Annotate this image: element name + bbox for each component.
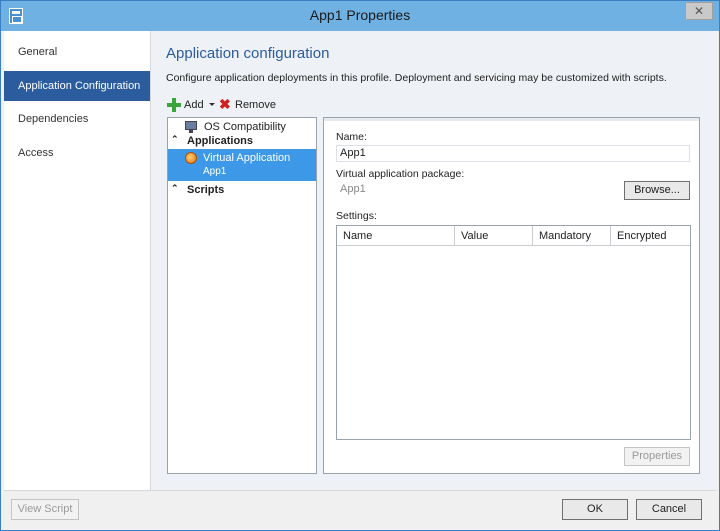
section-heading: Application configuration (166, 45, 330, 62)
tree-group-label: Scripts (187, 184, 225, 196)
tree-item-subtitle: App1 (203, 166, 227, 177)
details-header-strip (324, 118, 699, 121)
ok-button[interactable]: OK (562, 499, 628, 520)
column-header-name[interactable]: Name (337, 226, 455, 246)
tree-item-virtual-application[interactable]: Virtual Application App1 (168, 149, 316, 181)
close-button[interactable]: ✕ (685, 2, 713, 20)
view-script-button: View Script (11, 499, 79, 520)
dropdown-arrow-icon (209, 103, 215, 106)
add-icon (167, 98, 181, 112)
nav-item-application-configuration[interactable]: Application Configuration (4, 71, 158, 101)
virtual-application-icon (185, 152, 197, 164)
nav-item-general[interactable]: General (4, 37, 150, 67)
remove-button[interactable]: ✖ Remove (219, 97, 279, 113)
dialog-body: General Application Configuration Depend… (4, 31, 716, 528)
add-label: Add (184, 99, 204, 111)
tree-item-os-compatibility[interactable]: OS Compatibility (168, 120, 316, 134)
tree-group-label: Applications (187, 135, 254, 147)
name-field[interactable]: App1 (336, 145, 690, 162)
properties-button: Properties (624, 447, 690, 466)
dialog-footer: View Script OK Cancel (4, 490, 716, 528)
tree-group-applications[interactable]: ⌃ Applications (168, 134, 316, 148)
column-header-encrypted[interactable]: Encrypted (611, 226, 690, 246)
profile-tree: OS Compatibility ⌃ Applications Virtual … (167, 117, 317, 474)
nav-item-access[interactable]: Access (4, 138, 150, 168)
monitor-icon (185, 121, 197, 133)
tree-group-scripts[interactable]: ⌃ Scripts (168, 183, 316, 197)
collapse-icon[interactable]: ⌃ (171, 134, 179, 145)
remove-icon: ✖ (219, 96, 231, 112)
section-description: Configure application deployments in thi… (166, 72, 667, 84)
remove-label: Remove (235, 99, 276, 111)
properties-window: App1 Properties ✕ General Application Co… (0, 0, 720, 531)
tree-item-title: Virtual Application (203, 152, 291, 164)
name-label: Name: (336, 131, 367, 143)
column-header-mandatory[interactable]: Mandatory (533, 226, 611, 246)
nav-sidebar: General Application Configuration Depend… (4, 31, 158, 490)
collapse-icon[interactable]: ⌃ (171, 183, 179, 194)
main-content: Application configuration Configure appl… (150, 31, 716, 490)
window-title: App1 Properties (309, 7, 411, 23)
column-header-value[interactable]: Value (455, 226, 533, 246)
details-panel: Name: App1 Virtual application package: … (323, 117, 700, 474)
cancel-button[interactable]: Cancel (636, 499, 702, 520)
add-button[interactable]: Add (167, 97, 215, 113)
nav-item-label: Application Configuration (18, 80, 141, 92)
package-field: App1 (336, 181, 616, 198)
grid-header: Name Value Mandatory Encrypted (337, 226, 690, 246)
tree-item-label: OS Compatibility (204, 121, 286, 133)
settings-grid[interactable]: Name Value Mandatory Encrypted (336, 225, 691, 440)
nav-item-dependencies[interactable]: Dependencies (4, 104, 150, 134)
title-bar[interactable]: App1 Properties ✕ (1, 1, 719, 31)
browse-button[interactable]: Browse... (624, 181, 690, 200)
package-label: Virtual application package: (336, 168, 465, 180)
settings-label: Settings: (336, 210, 377, 222)
